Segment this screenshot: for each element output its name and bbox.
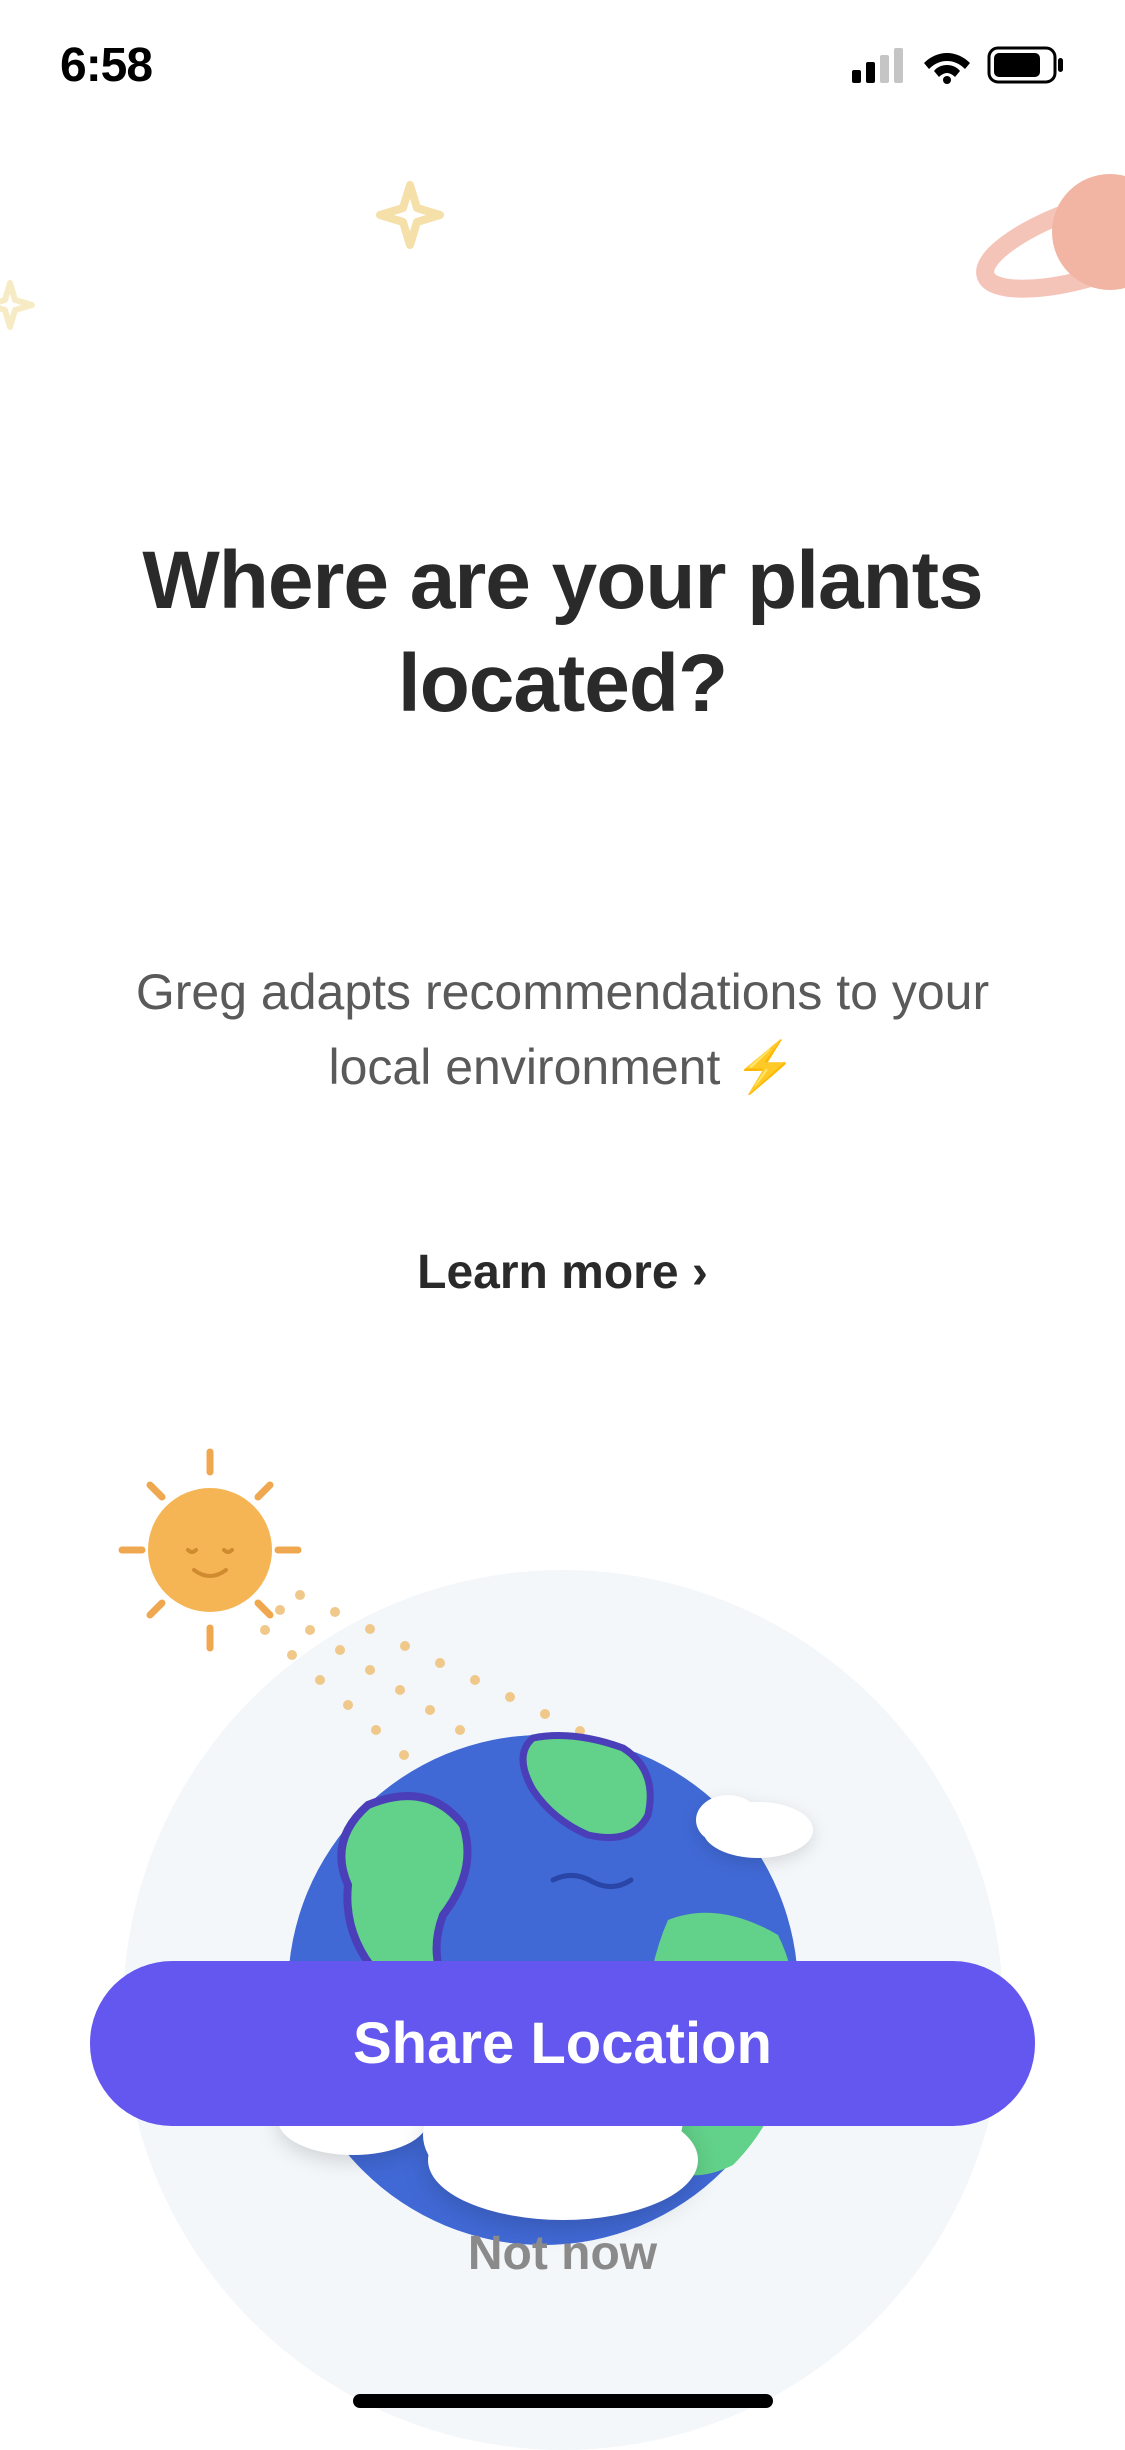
share-location-button[interactable]: Share Location <box>90 1961 1035 2126</box>
status-icons <box>852 46 1065 84</box>
status-bar: 6:58 <box>0 0 1125 130</box>
not-now-button[interactable]: Not now <box>468 2226 657 2281</box>
cellular-signal-icon <box>852 48 907 83</box>
learn-more-link[interactable]: Learn more › <box>0 1245 1125 1300</box>
page-title: Where are your plants located? <box>0 530 1125 735</box>
button-container: Share Location <box>90 1961 1035 2126</box>
status-time: 6:58 <box>60 38 152 93</box>
battery-icon <box>987 46 1065 84</box>
home-indicator[interactable] <box>353 2394 773 2408</box>
page-subtitle: Greg adapts recommendations to your loca… <box>0 955 1125 1105</box>
wifi-icon <box>922 46 972 84</box>
